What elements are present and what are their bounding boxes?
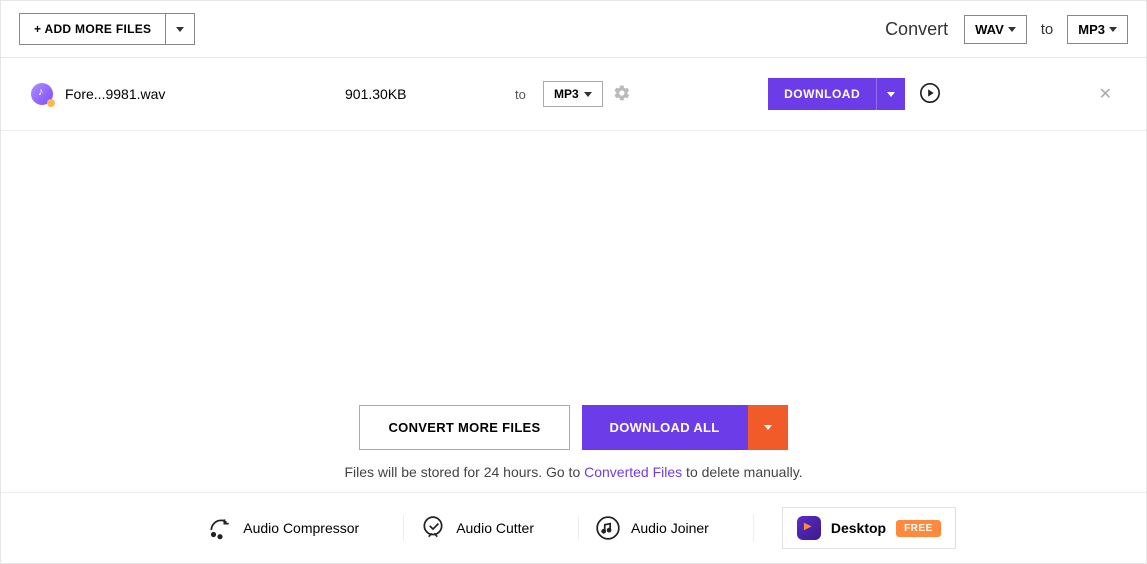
caret-down-icon [584,92,592,97]
bottom-actions: CONVERT MORE FILES DOWNLOAD ALL Files wi… [1,393,1146,492]
download-all-dropdown[interactable] [748,405,788,450]
play-icon[interactable] [919,82,941,107]
free-badge: FREE [896,520,941,537]
remove-file-icon[interactable]: ✕ [1039,84,1112,104]
row-format-select[interactable]: MP3 [543,81,603,107]
desktop-logo-icon [797,516,821,540]
caret-down-icon [1008,27,1016,32]
desktop-label: Desktop [831,520,886,536]
file-name: Fore...9981.wav [65,86,345,102]
convert-label: Convert [885,19,948,40]
convert-more-files-button[interactable]: CONVERT MORE FILES [359,405,569,450]
audio-compressor-tool[interactable]: Audio Compressor [191,515,375,541]
desktop-app-link[interactable]: Desktop FREE [782,507,956,549]
joiner-icon [595,515,621,541]
storage-note: Files will be stored for 24 hours. Go to… [1,464,1146,480]
caret-down-icon [887,92,895,97]
caret-down-icon [176,27,184,32]
toolbar: + ADD MORE FILES Convert WAV to MP3 [1,1,1146,58]
storage-suffix: to delete manually. [682,464,802,480]
tool-label: Audio Cutter [456,520,534,536]
file-row: Fore...9981.wav 901.30KB to MP3 DOWNLOAD… [1,58,1146,131]
download-button[interactable]: DOWNLOAD [768,78,876,110]
to-label: to [1041,21,1054,38]
download-dropdown[interactable] [876,78,905,110]
audio-cutter-tool[interactable]: Audio Cutter [403,515,550,541]
row-to-label: to [515,87,543,102]
row-format-value: MP3 [554,87,579,101]
add-more-files-button[interactable]: + ADD MORE FILES [19,13,166,45]
converted-files-link[interactable]: Converted Files [584,464,682,480]
footer-tools: Audio Compressor Audio Cutter Audio Join… [1,492,1146,563]
storage-prefix: Files will be stored for 24 hours. Go to [344,464,584,480]
tool-label: Audio Joiner [631,520,709,536]
audio-joiner-tool[interactable]: Audio Joiner [578,515,725,541]
settings-icon[interactable] [613,84,631,105]
file-size: 901.30KB [345,86,515,102]
compressor-icon [207,515,233,541]
cutter-icon [420,515,446,541]
source-format-value: WAV [975,22,1004,37]
audio-file-icon [31,83,53,105]
download-all-button[interactable]: DOWNLOAD ALL [582,405,748,450]
source-format-select[interactable]: WAV [964,15,1027,44]
caret-down-icon [1109,27,1117,32]
target-format-select[interactable]: MP3 [1067,15,1128,44]
target-format-value: MP3 [1078,22,1105,37]
tool-label: Audio Compressor [243,520,359,536]
add-more-files-dropdown[interactable] [166,13,195,45]
caret-down-icon [764,425,772,430]
